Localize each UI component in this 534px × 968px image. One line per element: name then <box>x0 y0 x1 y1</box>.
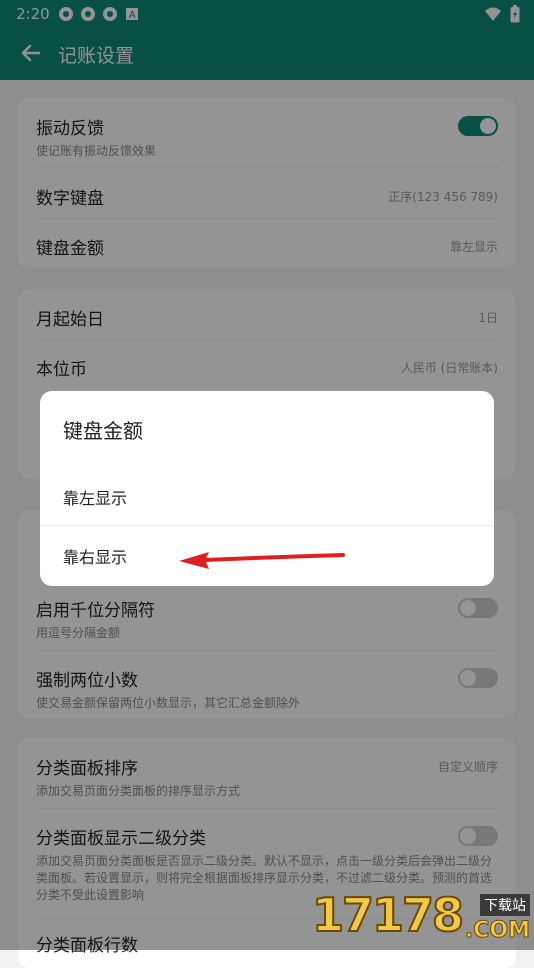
watermark-site: 下载站 <box>480 894 530 916</box>
dialog-option-label: 靠右显示 <box>63 548 128 567</box>
red-arrow-annotation <box>179 552 345 569</box>
watermark-domain: .COM <box>464 918 530 944</box>
watermark-logo: 17178 下载站 .COM <box>306 887 534 950</box>
dialog-option-label: 靠左显示 <box>63 489 128 508</box>
dialog-option-left[interactable]: 靠左显示 <box>40 467 494 525</box>
watermark-number: 17178 <box>311 887 465 943</box>
dialog-title: 键盘金额 <box>63 419 143 443</box>
